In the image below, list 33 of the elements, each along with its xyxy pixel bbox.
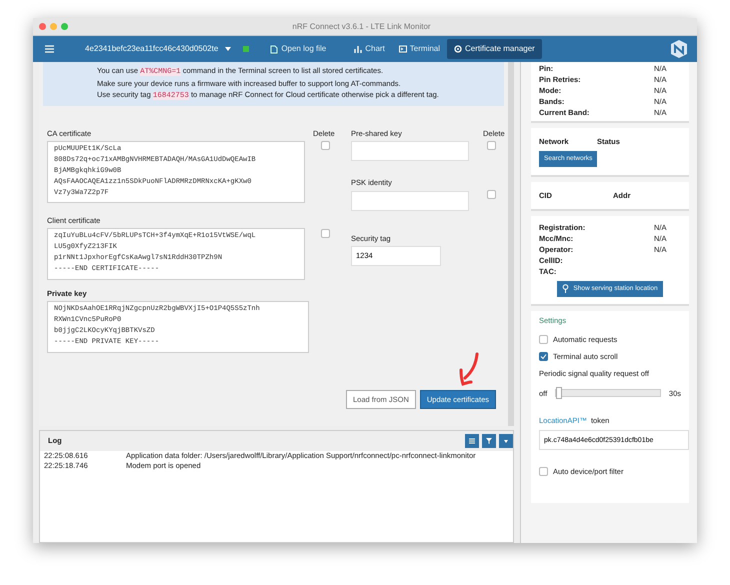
filter-icon [484, 436, 494, 446]
caret-icon [225, 47, 232, 51]
device-selector[interactable]: 4e2341befc23ea11fcc46c430d0502te [78, 39, 226, 59]
slider-thumb[interactable] [556, 387, 562, 400]
checkbox[interactable] [539, 352, 548, 362]
close-button[interactable] [39, 23, 46, 30]
menu-icon[interactable] [45, 45, 54, 53]
zoom-button[interactable] [61, 23, 68, 30]
checkbox[interactable] [539, 334, 548, 344]
nav-tab[interactable]: Terminal [392, 39, 448, 59]
terminal-icon [398, 44, 407, 54]
checkbox[interactable] [539, 467, 548, 476]
filter-button[interactable] [482, 434, 496, 448]
slider-track[interactable] [555, 389, 661, 398]
align-button[interactable] [465, 434, 479, 448]
nav-tab[interactable]: Certificate manager [447, 39, 542, 59]
checkbox[interactable] [487, 190, 496, 200]
key-field[interactable] [351, 141, 469, 162]
checkbox[interactable] [487, 141, 496, 150]
minimize-button[interactable] [50, 23, 57, 30]
logo-icon [669, 40, 689, 58]
location-pin-icon [562, 284, 570, 294]
list-icon [467, 436, 477, 446]
chart-icon [354, 44, 362, 54]
checkbox[interactable] [321, 141, 330, 150]
nav-tab[interactable]: Open log file [263, 39, 334, 59]
key-field[interactable] [351, 190, 469, 210]
file-icon [270, 44, 278, 54]
check-mark-annotation [457, 352, 481, 388]
dropdown-button[interactable] [499, 434, 513, 448]
window-title: nRF Connect v3.6.1 - LTE Link Monitor [292, 22, 431, 30]
nav-tab[interactable]: Chart [347, 39, 392, 59]
checkbox[interactable] [321, 228, 330, 238]
